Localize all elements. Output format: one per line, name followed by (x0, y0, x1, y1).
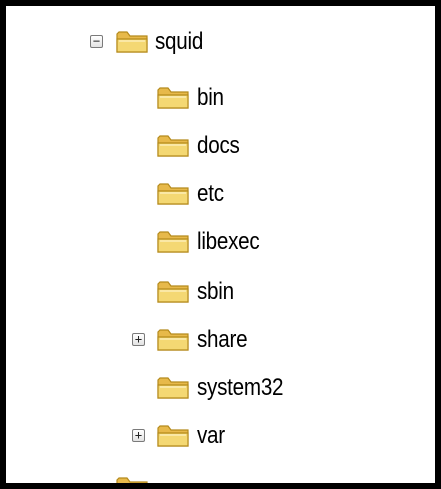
folder-icon (157, 135, 189, 157)
expand-toggle-icon[interactable]: + (132, 429, 145, 442)
tree-item-system32[interactable]: system32 (197, 376, 284, 400)
folder-icon (157, 183, 189, 205)
tree-view-frame: − squid bin docs etc libexec sbin + shar… (0, 0, 441, 489)
folder-icon (157, 87, 189, 109)
folder-icon (157, 377, 189, 399)
tree-item-docs[interactable]: docs (197, 134, 240, 158)
tree-item-libexec[interactable]: libexec (197, 230, 260, 254)
tree-item-sbin[interactable]: sbin (197, 280, 234, 304)
tree-item-squid[interactable]: squid (155, 30, 203, 54)
collapse-toggle-icon[interactable]: − (90, 35, 103, 48)
tree-item-var[interactable]: var (197, 424, 225, 448)
folder-icon (157, 329, 189, 351)
folder-icon (157, 425, 189, 447)
folder-icon (157, 281, 189, 303)
tree-item-share[interactable]: share (197, 328, 248, 352)
tree-item-etc[interactable]: etc (197, 182, 224, 206)
folder-icon (116, 31, 148, 53)
expand-toggle-icon[interactable]: + (132, 333, 145, 346)
folder-icon (157, 231, 189, 253)
folder-icon (116, 477, 148, 483)
tree-item-bin[interactable]: bin (197, 86, 224, 110)
